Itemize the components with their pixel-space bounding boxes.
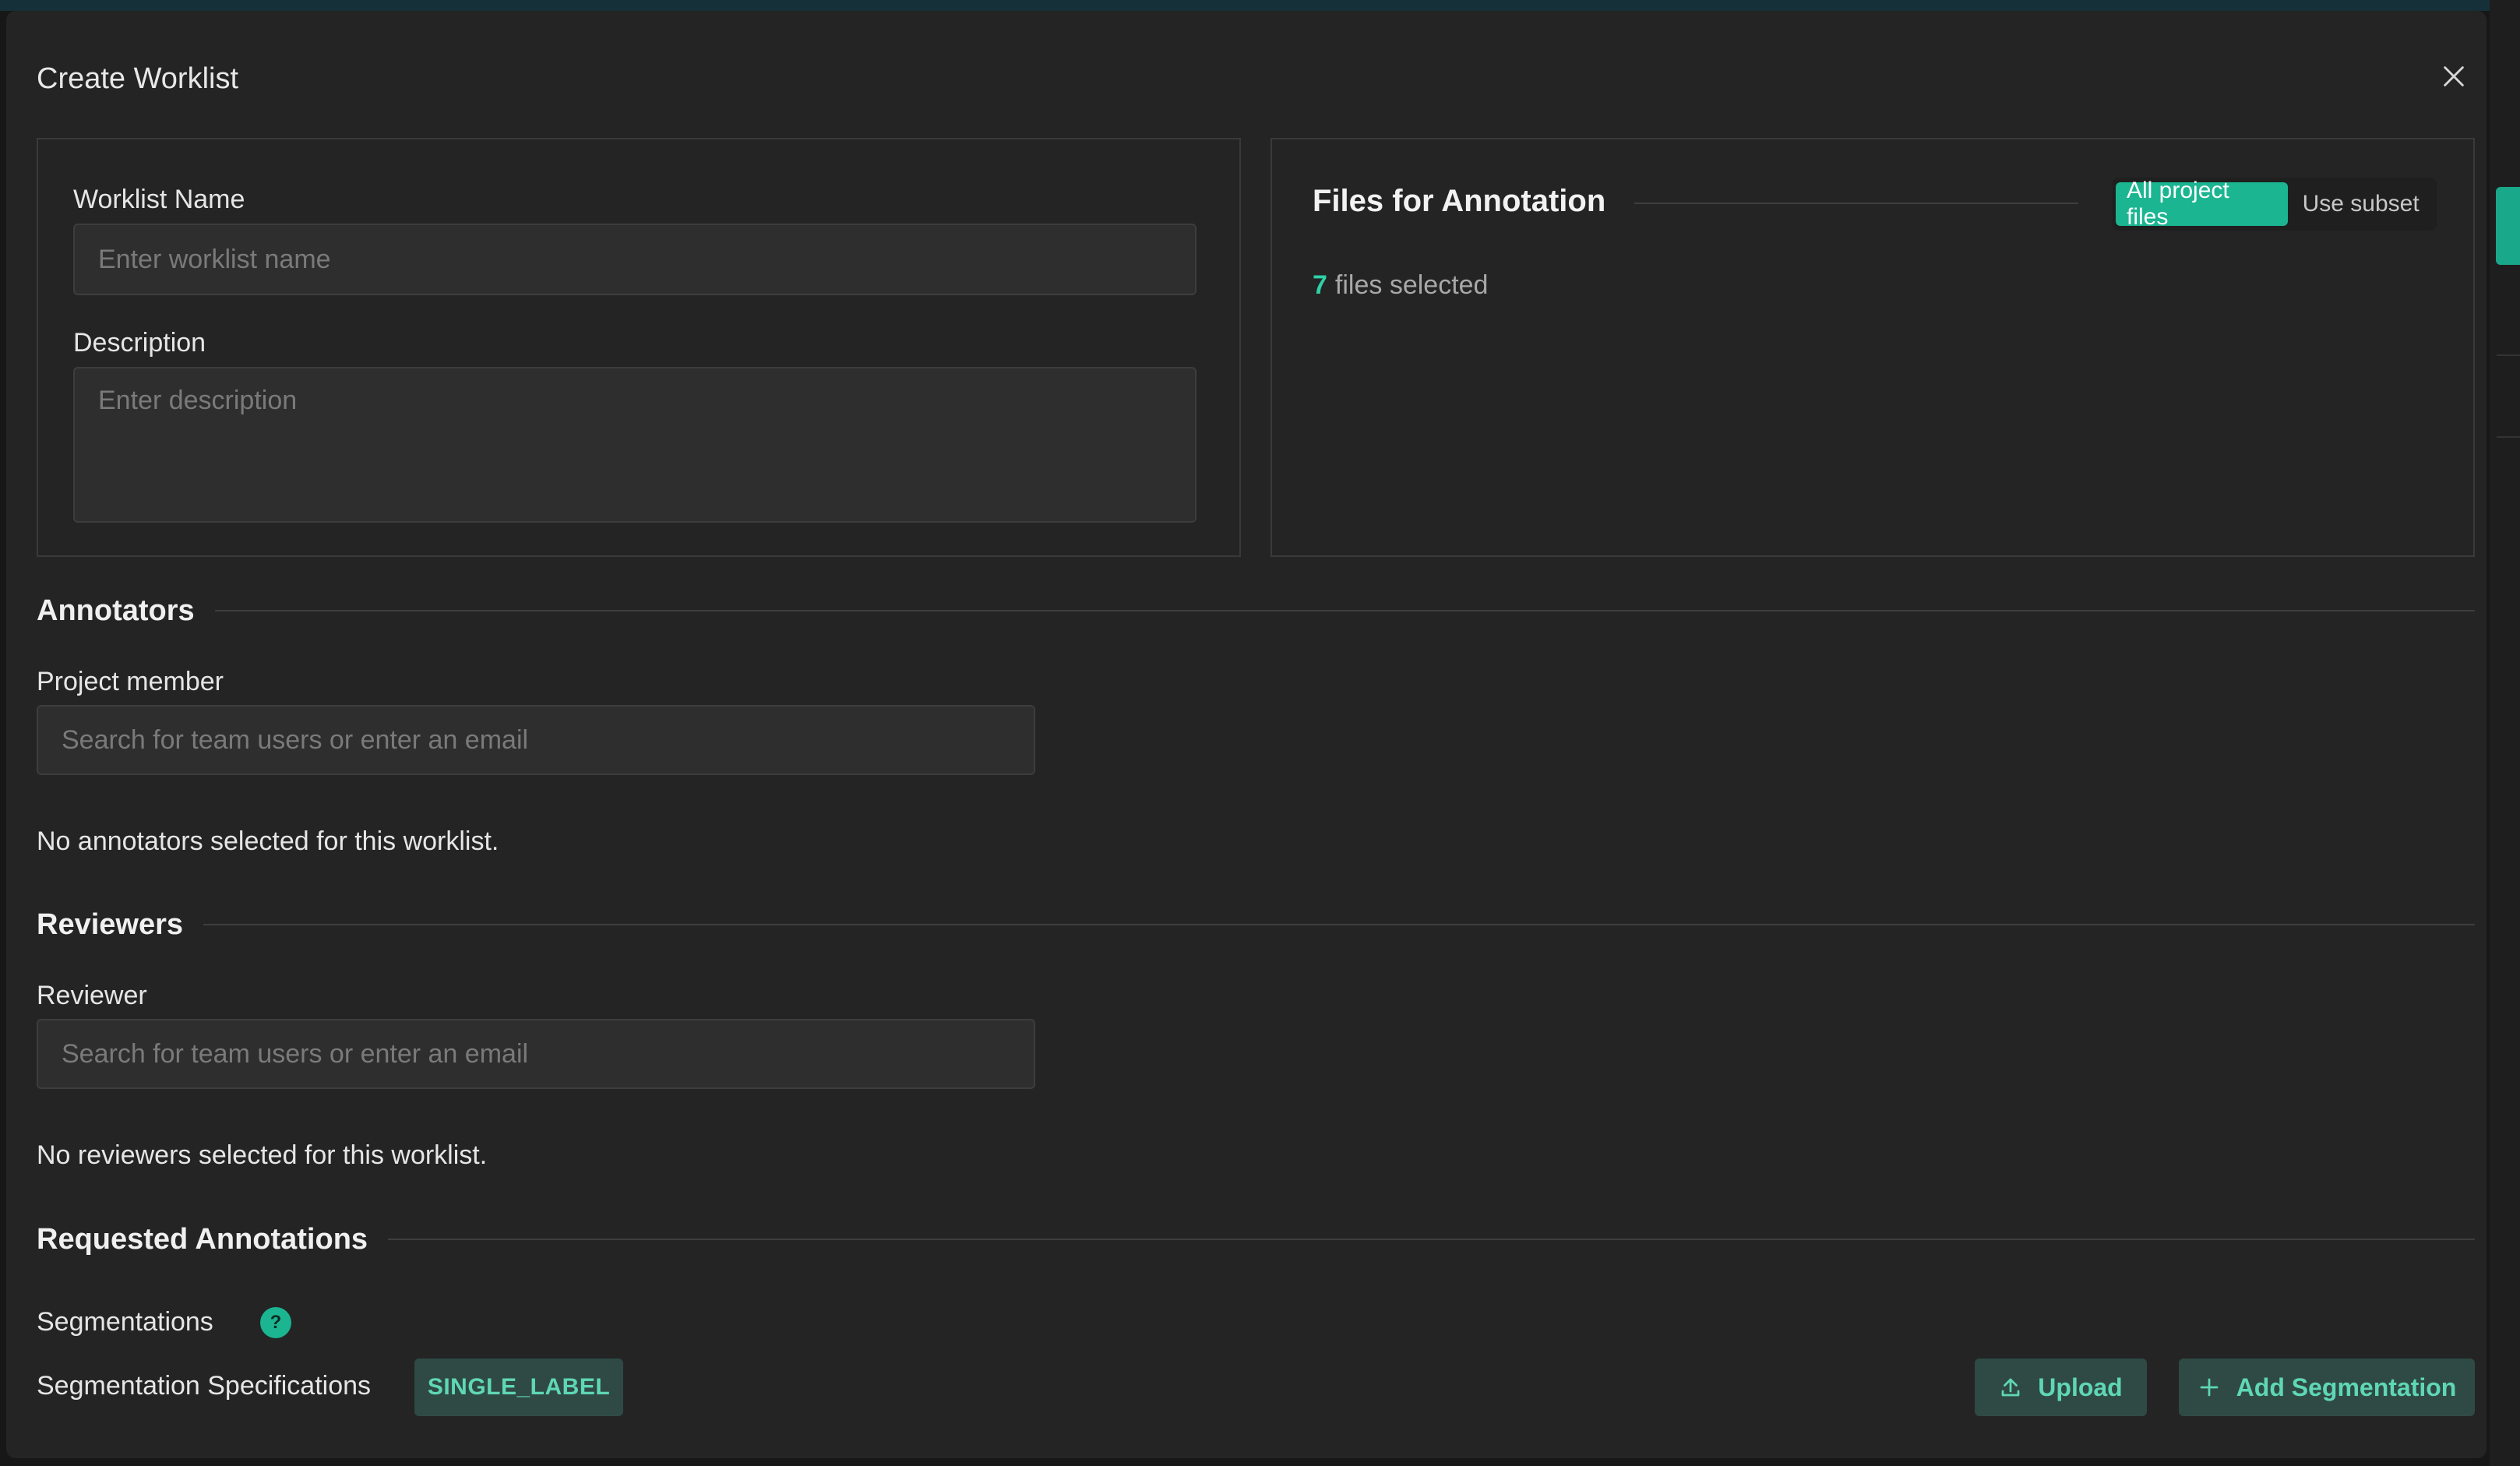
- requested-annotations-section-header: Requested Annotations: [37, 1220, 2475, 1259]
- section-divider: [203, 924, 2475, 925]
- close-button[interactable]: [2435, 58, 2472, 95]
- worklist-name-input[interactable]: [73, 224, 1197, 295]
- plus-icon: [2200, 1378, 2219, 1397]
- file-scope-toggle: All project files Use subset: [2113, 178, 2437, 231]
- worklist-details-panel: Worklist Name Description: [37, 138, 1241, 557]
- close-icon: [2444, 66, 2464, 86]
- reviewers-section-header: Reviewers: [37, 905, 2475, 944]
- reviewers-empty-text: No reviewers selected for this worklist.: [37, 1140, 488, 1170]
- annotators-empty-text: No annotators selected for this worklist…: [37, 826, 499, 856]
- requested-annotations-title: Requested Annotations: [37, 1222, 368, 1256]
- files-for-annotation-title: Files for Annotation: [1313, 184, 1606, 218]
- project-member-label: Project member: [37, 667, 224, 696]
- background-divider: [2497, 436, 2520, 438]
- reviewers-title: Reviewers: [37, 907, 184, 941]
- worklist-name-label: Worklist Name: [73, 185, 245, 214]
- segmentation-specifications-label: Segmentation Specifications: [37, 1371, 372, 1401]
- background-divider: [2497, 354, 2520, 356]
- add-segmentation-button[interactable]: Add Segmentation: [2179, 1359, 2475, 1416]
- use-subset-option[interactable]: Use subset: [2288, 182, 2434, 226]
- create-worklist-modal: Create Worklist Worklist Name Descriptio…: [6, 11, 2487, 1458]
- all-project-files-option[interactable]: All project files: [2116, 178, 2289, 230]
- reviewer-search-input[interactable]: [37, 1019, 1035, 1089]
- upload-button-label: Upload: [2038, 1373, 2123, 1401]
- question-mark-icon[interactable]: ?: [260, 1307, 291, 1338]
- reviewer-label: Reviewer: [37, 981, 147, 1010]
- description-label: Description: [73, 328, 206, 358]
- upload-icon: [2001, 1378, 2020, 1397]
- background-app-button: [2496, 187, 2520, 265]
- background-app-header: [0, 0, 2520, 11]
- section-divider: [214, 610, 2475, 611]
- annotators-title: Annotators: [37, 594, 195, 627]
- modal-title: Create Worklist: [37, 62, 239, 95]
- segmentations-label: Segmentations: [37, 1307, 213, 1337]
- files-divider: [1634, 203, 2078, 204]
- annotators-section-header: Annotators: [37, 591, 2475, 630]
- description-input[interactable]: [73, 367, 1197, 523]
- annotator-search-input[interactable]: [37, 705, 1035, 775]
- upload-button[interactable]: Upload: [1975, 1359, 2147, 1416]
- single-label-chip[interactable]: SINGLE_LABEL: [414, 1359, 623, 1416]
- files-selected-count: 7 files selected: [1313, 270, 1488, 301]
- app-viewport: Create Worklist Worklist Name Descriptio…: [0, 0, 2520, 1466]
- files-count-number: 7: [1313, 270, 1327, 300]
- section-divider: [388, 1239, 2475, 1240]
- add-segmentation-label: Add Segmentation: [2236, 1373, 2457, 1401]
- files-count-suffix: files selected: [1334, 270, 1489, 300]
